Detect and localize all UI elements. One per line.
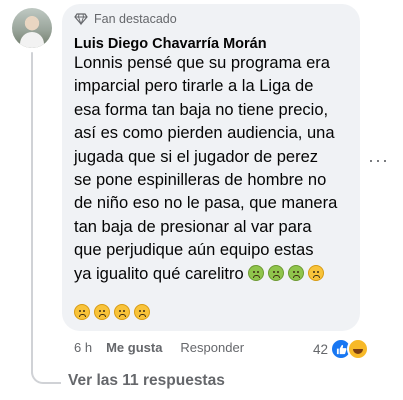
comment-author[interactable]: Luis Diego Chavarría Morán [74, 36, 267, 52]
vomiting-face-icon [134, 304, 150, 320]
comment-line: así es como pierden audiencia, una [74, 124, 335, 143]
reaction-count: 42 [313, 341, 329, 357]
vomiting-face-icon [94, 304, 110, 320]
badge-label: Fan destacado [94, 12, 177, 26]
comment-line: imparcial pero tirarle a la Liga de [74, 77, 314, 96]
thread-connector [31, 52, 33, 374]
view-replies-link[interactable]: Ver las 11 respuestas [68, 372, 225, 390]
comment-line: tan baja de presionar al var para [74, 217, 312, 236]
nauseated-face-icon [248, 264, 265, 281]
reaction-summary[interactable]: 42 [313, 338, 370, 360]
comment-line: ya igualito qué carelitro [74, 264, 244, 283]
comment-line: Lonnis pensé que su programa era [74, 54, 330, 72]
avatar[interactable] [12, 8, 52, 48]
vomiting-face-icon [308, 264, 325, 281]
nauseated-face-icon [288, 264, 305, 281]
comment-line-last: ya igualito qué carelitro [74, 263, 356, 286]
comment-line: jugada que si el jugador de perez [74, 147, 319, 166]
comment-timestamp[interactable]: 6 h [74, 340, 92, 355]
vomiting-face-icon [74, 304, 90, 320]
comment-actions: 6 h Me gusta Responder [74, 340, 244, 355]
comment-line: de niño eso no le pasa, que manera [74, 194, 338, 213]
haha-reaction-icon [347, 338, 370, 360]
reply-button[interactable]: Responder [180, 340, 244, 355]
vomiting-face-icon [114, 304, 130, 320]
gem-icon [74, 12, 88, 26]
comment-text: Lonnis pensé que su programa era imparci… [74, 52, 356, 286]
emoji-row [74, 304, 154, 323]
like-button[interactable]: Me gusta [106, 340, 162, 355]
nauseated-face-icon [268, 264, 285, 281]
comment-line: esa forma tan baja no tiene precio, [74, 100, 329, 119]
more-options-icon[interactable]: ··· [368, 150, 389, 171]
comment-line: se pone espinilleras de hombre no [74, 171, 327, 190]
comment-line: que perjudique aún equipo estas [74, 241, 314, 260]
top-fan-badge: Fan destacado [74, 12, 177, 26]
thread-connector-curve [31, 372, 61, 384]
